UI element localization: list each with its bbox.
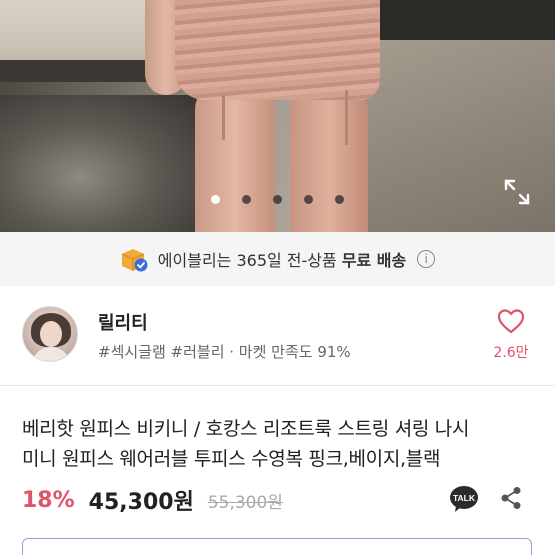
heart-icon[interactable] xyxy=(497,308,525,334)
product-title-line-2: 미니 원피스 웨어러블 투피스 수영복 핑크,베이지,블랙 xyxy=(22,448,441,470)
discount-rate: 18% xyxy=(22,487,75,513)
gallery-pagination xyxy=(0,195,555,205)
talk-label: TALK xyxy=(453,493,476,503)
image-water xyxy=(0,95,200,232)
share-icon[interactable] xyxy=(500,486,522,510)
original-price: 55,300원 xyxy=(207,492,283,513)
image-string xyxy=(222,95,225,140)
seller-name[interactable]: 릴리티 xyxy=(98,309,148,335)
info-icon[interactable]: i xyxy=(417,250,436,268)
like-count: 2.6만 xyxy=(493,345,529,361)
image-leg-right xyxy=(290,80,368,232)
gallery-dot[interactable] xyxy=(273,195,282,204)
seller-tags: #섹시글램 #러블리 · 마켓 만족도 91% xyxy=(98,343,351,361)
product-title: 베리핫 원피스 비키니 / 호캉스 리조트룩 스트링 셔링 나시 미니 원피스 … xyxy=(22,414,537,474)
sale-price: 45,300원 xyxy=(88,490,194,515)
seller-avatar[interactable] xyxy=(22,306,78,362)
talk-icon[interactable]: TALK xyxy=(449,485,479,513)
gallery-dot[interactable] xyxy=(304,195,313,204)
image-leg-left xyxy=(195,80,275,232)
product-title-line-1: 베리핫 원피스 비키니 / 호캉스 리조트룩 스트링 셔링 나시 xyxy=(22,418,470,440)
product-image[interactable] xyxy=(0,0,555,232)
bottom-action-box[interactable] xyxy=(22,538,532,555)
gallery-dot[interactable] xyxy=(242,195,251,204)
seller-section[interactable]: 릴리티 #섹시글램 #러블리 · 마켓 만족도 91% 2.6만 xyxy=(0,286,555,386)
avatar-face xyxy=(40,321,62,347)
gallery-dot[interactable] xyxy=(211,195,220,204)
expand-icon[interactable] xyxy=(503,178,531,206)
box-check-icon xyxy=(121,249,148,272)
avatar-body xyxy=(31,347,71,361)
shipping-highlight: 무료 배송 xyxy=(341,251,407,270)
image-window xyxy=(380,0,555,45)
free-shipping-banner[interactable]: 에이블리는 365일 전-상품 무료 배송 i xyxy=(0,232,555,286)
shipping-text: 에이블리는 365일 전-상품 xyxy=(157,251,337,270)
image-skirt xyxy=(175,0,380,100)
image-string xyxy=(345,90,348,145)
gallery-dot[interactable] xyxy=(335,195,344,204)
